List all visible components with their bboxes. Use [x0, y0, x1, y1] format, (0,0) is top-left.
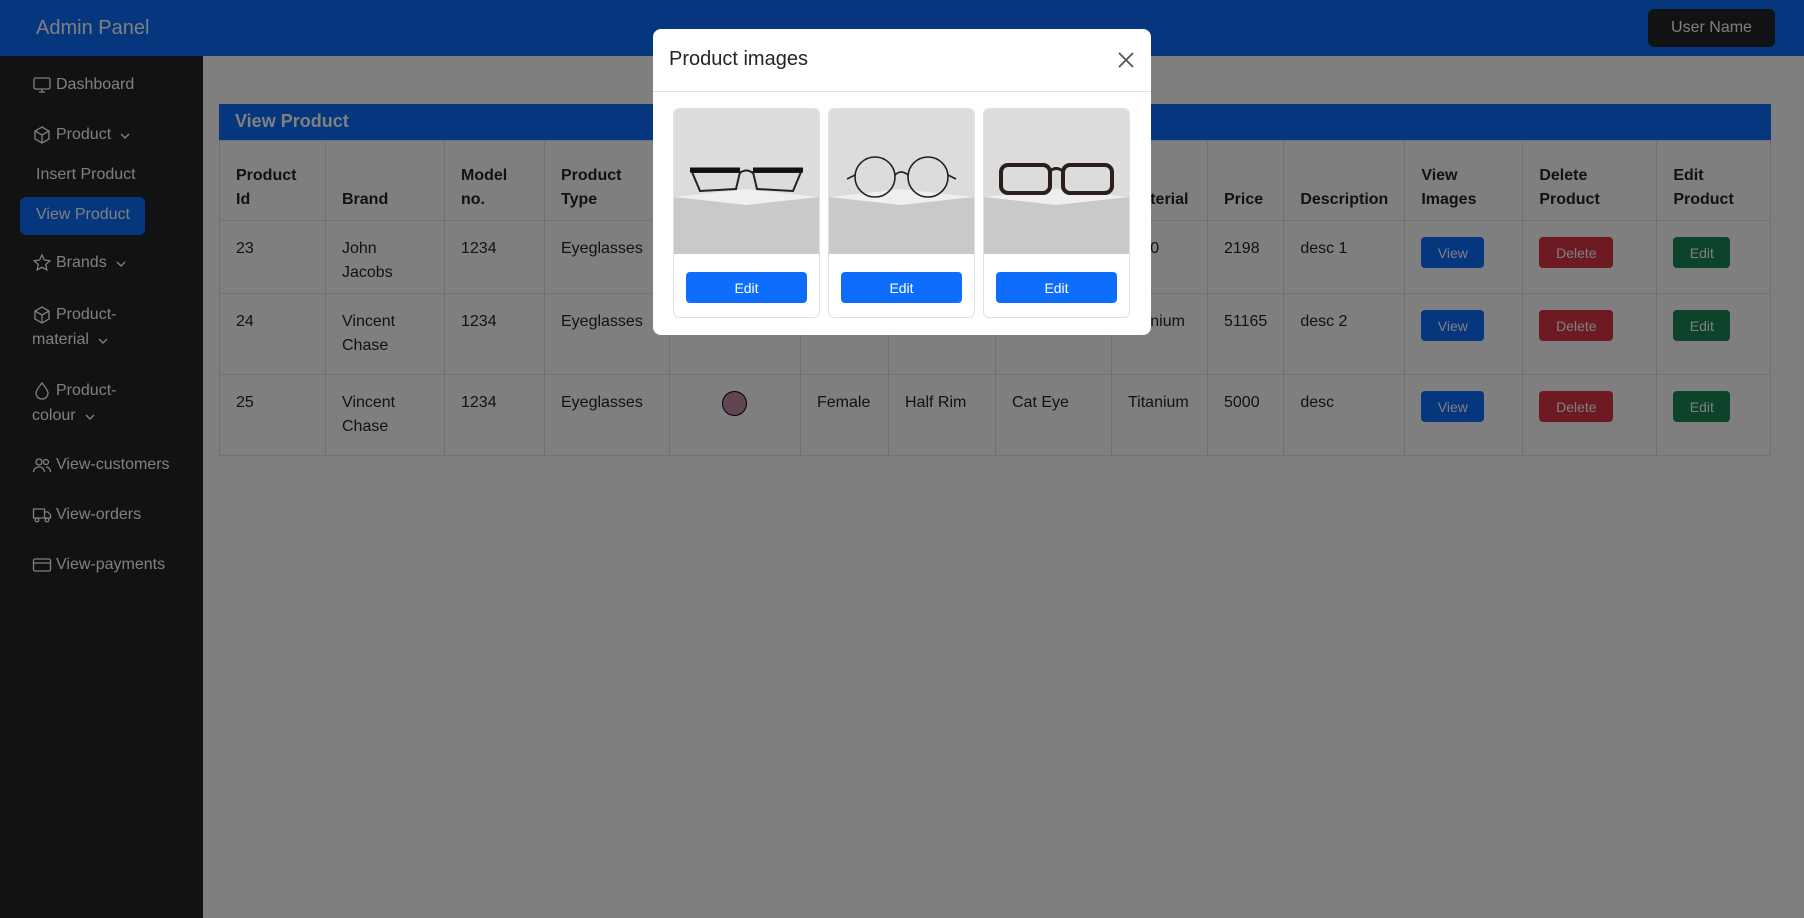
- product-image-card: Edit: [983, 108, 1130, 318]
- product-images-modal: Product images Edit Edit Edit: [653, 29, 1151, 335]
- product-image: [674, 109, 819, 254]
- product-image: [829, 109, 974, 254]
- eyeglasses-browline-icon: [674, 109, 819, 254]
- edit-image-button[interactable]: Edit: [841, 272, 962, 303]
- close-icon[interactable]: [1116, 50, 1136, 70]
- modal-title: Product images: [669, 48, 808, 70]
- product-image-card: Edit: [673, 108, 820, 318]
- eyeglasses-rectangle-icon: [984, 109, 1129, 254]
- edit-image-button[interactable]: Edit: [996, 272, 1117, 303]
- eyeglasses-round-icon: [829, 109, 974, 254]
- product-image-card: Edit: [828, 108, 975, 318]
- edit-image-button[interactable]: Edit: [686, 272, 807, 303]
- modal-header: Product images: [653, 29, 1151, 92]
- product-image: [984, 109, 1129, 254]
